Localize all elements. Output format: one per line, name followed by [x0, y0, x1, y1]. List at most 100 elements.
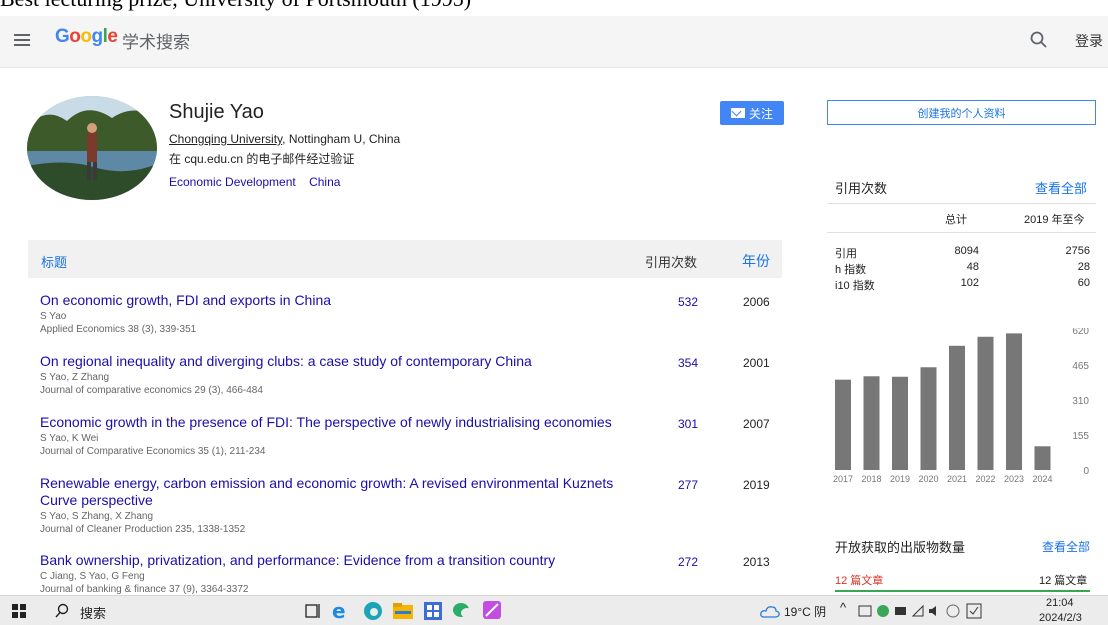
ie-browser-icon[interactable]: e	[330, 600, 352, 622]
stats-label[interactable]: 引用	[835, 245, 857, 261]
article-year: 2001	[743, 356, 770, 370]
column-cited-by[interactable]: 引用次数	[645, 252, 697, 271]
taskbar-search-icon[interactable]	[54, 603, 70, 619]
app-icon[interactable]	[482, 600, 502, 620]
interest-link[interactable]: China	[309, 175, 340, 189]
stats-since: 28	[1077, 261, 1090, 273]
follow-button[interactable]: 关注	[720, 101, 784, 125]
search-icon[interactable]	[1029, 30, 1049, 50]
mail-icon	[730, 108, 745, 118]
affiliation: Chongqing University, Nottingham U, Chin…	[169, 132, 400, 146]
create-profile-button[interactable]: 创建我的个人资料	[827, 100, 1096, 125]
stats-row: i10 指数 102 60	[835, 277, 1090, 293]
stats-row: h 指数 48 28	[835, 261, 1090, 277]
windows-start-icon[interactable]	[12, 604, 26, 618]
article-year: 2007	[743, 417, 770, 431]
chart-bar[interactable]	[863, 376, 880, 470]
chart-x-tick: 2018	[861, 474, 881, 484]
logo-letter: G	[55, 26, 70, 47]
article-cited-by[interactable]: 301	[678, 417, 698, 431]
chart-bar[interactable]	[949, 345, 965, 470]
clock-time[interactable]: 21:04	[1046, 597, 1074, 609]
article-title-link[interactable]: On regional inequality and diverging clu…	[40, 353, 640, 370]
notification-icon[interactable]	[966, 603, 982, 619]
article-cited-by[interactable]: 532	[678, 295, 698, 309]
clock-date[interactable]: 2024/2/3	[1039, 612, 1082, 624]
verified-email: 在 cqu.edu.cn 的电子邮件经过验证	[169, 152, 355, 166]
article-title-link[interactable]: Economic growth in the presence of FDI: …	[40, 414, 640, 431]
stats-all: 48	[966, 261, 979, 273]
calculator-app-icon[interactable]	[423, 601, 443, 621]
article-year: 2013	[743, 555, 770, 569]
chart-x-tick: 2019	[890, 474, 910, 484]
chart-y-tick: 310	[1072, 396, 1089, 407]
stats-since: 2756	[1065, 245, 1090, 257]
chart-bar[interactable]	[1034, 446, 1051, 470]
google-logo[interactable]: Google	[55, 26, 118, 48]
chart-y-tick: 620	[1072, 328, 1089, 337]
scholar-product-label[interactable]: 学术搜索	[122, 28, 190, 53]
chart-bar[interactable]	[1006, 333, 1022, 470]
research-interests: Economic Development China	[169, 175, 350, 189]
article-title-link[interactable]: Renewable energy, carbon emission and ec…	[40, 475, 640, 509]
chart-bar[interactable]	[977, 336, 994, 470]
affiliation-rest: , Nottingham U, China	[282, 132, 401, 146]
edge-browser-icon[interactable]	[362, 600, 384, 622]
avatar	[27, 96, 157, 200]
article-row: Bank ownership, privatization, and perfo…	[40, 552, 780, 595]
chart-x-tick: 2020	[918, 474, 938, 484]
article-authors: S Yao	[40, 311, 67, 322]
stats-label[interactable]: h 指数	[835, 261, 866, 277]
volume-icon[interactable]	[928, 604, 942, 618]
article-year: 2019	[743, 478, 770, 492]
menu-icon[interactable]	[14, 34, 30, 46]
stats-label[interactable]: i10 指数	[835, 277, 875, 293]
interest-link[interactable]: Economic Development	[169, 175, 296, 189]
login-button[interactable]: 登录	[1075, 31, 1103, 51]
tray-icon[interactable]	[858, 604, 872, 618]
open-access-title: 开放获取的出版物数量	[835, 540, 966, 555]
chart-x-tick: 2023	[1004, 474, 1024, 484]
article-venue: Journal of Comparative Economics 35 (1),…	[40, 446, 266, 457]
weather-text[interactable]: 19°C 阴	[784, 603, 826, 620]
chart-bar[interactable]	[835, 379, 851, 470]
wifi-icon[interactable]	[911, 604, 925, 618]
open-access-view-all-link[interactable]: 查看全部	[1042, 538, 1090, 555]
taskbar-search-box[interactable]: 搜索	[80, 603, 106, 622]
close-circle-icon[interactable]	[946, 604, 960, 618]
article-row: Economic growth in the presence of FDI: …	[40, 414, 780, 457]
chart-bar[interactable]	[892, 376, 908, 470]
article-row: On regional inequality and diverging clu…	[40, 353, 780, 396]
chevron-up-icon[interactable]: ^	[840, 600, 846, 615]
stats-all: 102	[960, 277, 979, 289]
chart-y-tick: 465	[1072, 361, 1089, 372]
task-view-icon[interactable]	[304, 602, 322, 620]
weather-cloud-icon[interactable]	[760, 604, 780, 618]
chart-bar[interactable]	[920, 367, 937, 470]
battery-icon[interactable]	[894, 605, 908, 617]
article-cited-by[interactable]: 354	[678, 356, 698, 370]
column-year[interactable]: 年份	[742, 251, 770, 271]
wechat-app-icon[interactable]	[452, 601, 474, 621]
article-venue: Journal of banking & finance 37 (9), 336…	[40, 584, 249, 595]
affiliation-link[interactable]: Chongqing University	[169, 132, 282, 146]
divider	[827, 232, 1096, 233]
cited-by-title: 引用次数	[835, 181, 888, 196]
oa-not-available: 12 篇文章	[835, 575, 884, 587]
article-cited-by[interactable]: 277	[678, 478, 698, 492]
tray-app-icon[interactable]	[876, 604, 890, 618]
oa-available: 12 篇文章	[1039, 575, 1088, 587]
svg-text:e: e	[332, 600, 346, 622]
view-all-link[interactable]: 查看全部	[1035, 178, 1087, 197]
article-cited-by[interactable]: 272	[678, 555, 698, 569]
file-explorer-icon[interactable]	[392, 601, 414, 621]
article-title-link[interactable]: On economic growth, FDI and exports in C…	[40, 292, 640, 309]
chart-x-tick: 2022	[975, 474, 995, 484]
logo-letter: o	[80, 26, 92, 47]
article-title-link[interactable]: Bank ownership, privatization, and perfo…	[40, 552, 640, 569]
article-venue: Journal of Cleaner Production 235, 1338-…	[40, 524, 246, 535]
open-access-bar	[835, 590, 1090, 592]
chart-y-tick: 155	[1072, 431, 1089, 442]
column-title[interactable]: 标题	[41, 252, 67, 271]
logo-letter: o	[69, 26, 81, 47]
